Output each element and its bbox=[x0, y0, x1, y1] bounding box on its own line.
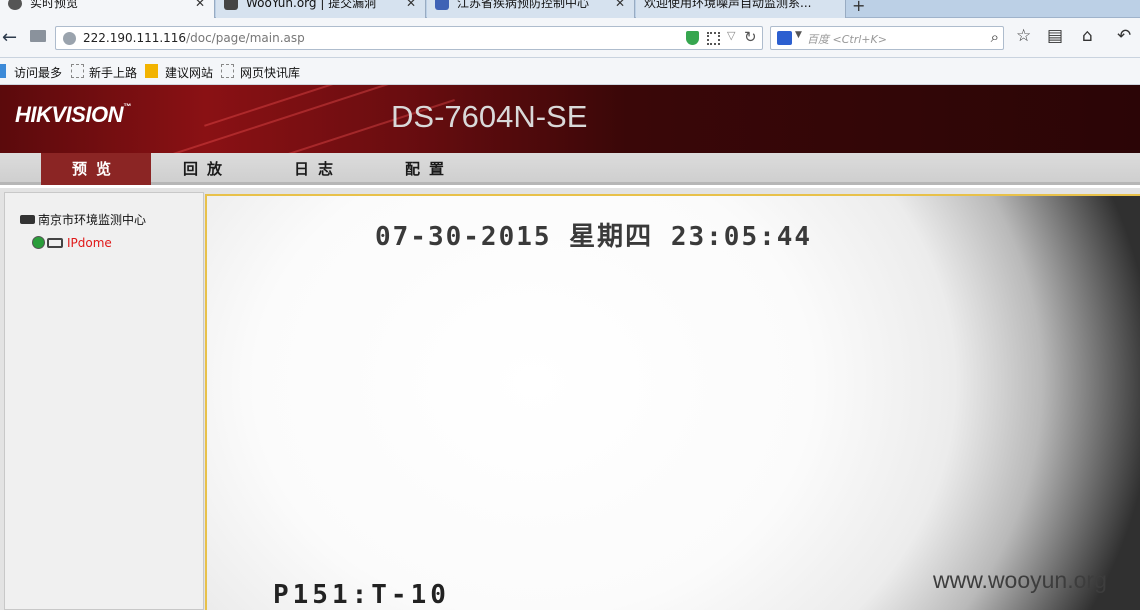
main-menu: 预览 回放 日志 配置 bbox=[0, 153, 1140, 185]
undo-icon[interactable]: ↶ bbox=[1117, 26, 1131, 46]
banner-decoration bbox=[166, 85, 414, 153]
device-model: DS-7604N-SE bbox=[391, 99, 588, 134]
chevron-down-icon[interactable]: ▼ bbox=[795, 30, 802, 40]
menu-playback[interactable]: 回放 bbox=[152, 153, 262, 185]
play-status-icon[interactable] bbox=[32, 236, 45, 249]
menu-log[interactable]: 日志 bbox=[263, 153, 373, 185]
browser-navbar: ← 222.190.111.116/doc/page/main.asp ▽ ↻ … bbox=[0, 18, 1140, 58]
globe-icon bbox=[63, 32, 76, 45]
close-icon[interactable]: ✕ bbox=[406, 0, 416, 9]
search-box[interactable]: ▼ 百度 <Ctrl+K> ⌕ bbox=[770, 26, 1004, 50]
td-icon bbox=[435, 0, 449, 10]
page-icon bbox=[71, 64, 84, 78]
tab-label: 江苏省疾病预防控制中心 bbox=[457, 0, 590, 10]
qr-code-icon[interactable] bbox=[707, 32, 720, 45]
reload-icon[interactable]: ↻ bbox=[744, 28, 757, 46]
tab-label: WooYun.org | 提交漏洞 bbox=[246, 0, 377, 10]
page-icon bbox=[221, 64, 234, 78]
bookmark-web-slice[interactable]: 网页快讯库 bbox=[240, 64, 300, 81]
bookmarks-list-icon[interactable]: ▤ bbox=[1047, 26, 1063, 46]
close-icon[interactable]: ✕ bbox=[615, 0, 625, 9]
osd-ptz-info: P151:T-10 bbox=[273, 580, 450, 610]
tab-label: 欢迎使用环境噪声自动监测系... bbox=[644, 0, 812, 10]
bing-icon bbox=[145, 64, 158, 78]
page-menu-icon[interactable] bbox=[30, 30, 46, 42]
menu-config[interactable]: 配置 bbox=[374, 153, 484, 185]
home-icon[interactable]: ⌂ bbox=[1082, 26, 1093, 46]
video-preview[interactable]: 07-30-2015 星期四 23:05:44 P151:T-10 bbox=[205, 194, 1140, 610]
nvr-device-icon bbox=[20, 215, 35, 224]
tab-jiangsu-cdc[interactable]: 江苏省疾病预防控制中心 ✕ bbox=[427, 0, 635, 18]
banner-decoration bbox=[204, 85, 376, 127]
search-icon[interactable]: ⌕ bbox=[991, 28, 999, 46]
camera-icon bbox=[8, 0, 22, 10]
tab-noise-monitor[interactable]: 欢迎使用环境噪声自动监测系... bbox=[636, 0, 846, 18]
tab-live-preview[interactable]: 实时预览 ✕ bbox=[0, 0, 215, 18]
osd-timestamp: 07-30-2015 星期四 23:05:44 bbox=[375, 222, 813, 252]
camera-icon bbox=[47, 238, 63, 248]
back-arrow-icon[interactable]: ← bbox=[2, 28, 22, 48]
bookmark-suggested-sites[interactable]: 建议网站 bbox=[165, 64, 213, 81]
search-placeholder[interactable]: 百度 <Ctrl+K> bbox=[807, 31, 887, 47]
tree-camera-node[interactable]: IPdome bbox=[32, 236, 112, 250]
address-bar[interactable]: 222.190.111.116/doc/page/main.asp ▽ ↻ bbox=[55, 26, 763, 50]
app-banner: HIKVISION™ DS-7604N-SE bbox=[0, 85, 1140, 153]
tree-root-node[interactable]: 南京市环境监测中心 bbox=[20, 211, 146, 228]
star-icon[interactable]: ☆ bbox=[1016, 26, 1031, 46]
close-icon[interactable]: ✕ bbox=[195, 0, 205, 9]
device-tree: 南京市环境监测中心 IPdome bbox=[4, 192, 204, 610]
bookmark-most-visited[interactable]: 访问最多 bbox=[14, 64, 62, 81]
menu-preview[interactable]: 预览 bbox=[41, 153, 151, 185]
hikvision-logo: HIKVISION™ bbox=[15, 102, 131, 127]
most-visited-icon bbox=[0, 64, 6, 78]
bookmark-getting-started[interactable]: 新手上路 bbox=[89, 64, 137, 81]
wooyun-icon bbox=[224, 0, 238, 10]
tab-wooyun[interactable]: WooYun.org | 提交漏洞 ✕ bbox=[216, 0, 426, 18]
new-tab-button[interactable]: + bbox=[852, 0, 865, 15]
baidu-icon[interactable] bbox=[777, 31, 792, 45]
url-text[interactable]: 222.190.111.116/doc/page/main.asp bbox=[83, 31, 305, 45]
bookmarks-bar: 访问最多 新手上路 建议网站 网页快讯库 bbox=[0, 58, 1140, 85]
browser-tabstrip: 实时预览 ✕ WooYun.org | 提交漏洞 ✕ 江苏省疾病预防控制中心 ✕… bbox=[0, 0, 1140, 18]
dropdown-arrow-icon[interactable]: ▽ bbox=[727, 29, 735, 42]
tab-label: 实时预览 bbox=[30, 0, 79, 10]
security-shield-icon[interactable] bbox=[686, 31, 699, 45]
watermark: www.wooyun.org bbox=[933, 567, 1107, 593]
